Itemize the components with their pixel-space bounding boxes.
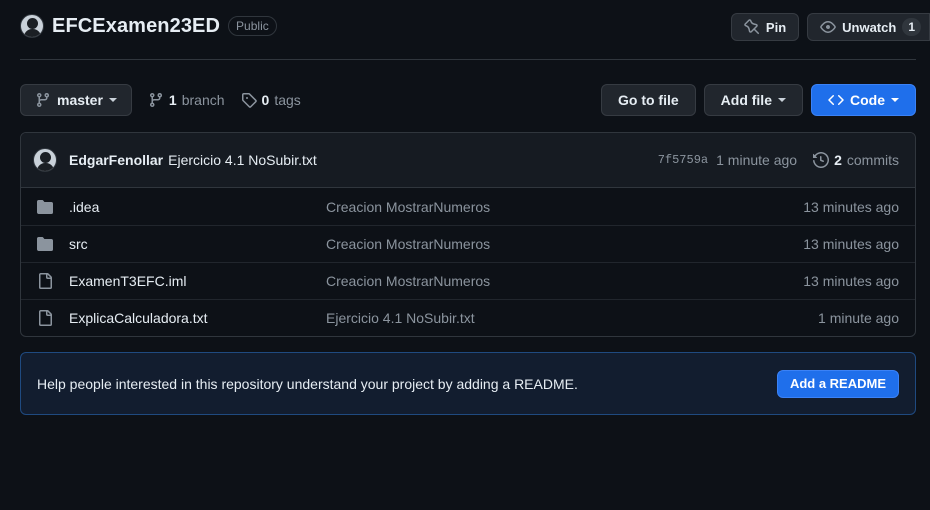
visibility-badge: Public [228, 16, 277, 36]
repo-name-link[interactable]: EFCExamen23ED [52, 15, 220, 38]
latest-commit-row: EdgarFenollar Ejercicio 4.1 NoSubir.txt … [21, 133, 915, 188]
commit-age: 1 minute ago [716, 152, 798, 168]
file-icon [37, 310, 53, 326]
branch-name: master [57, 92, 103, 108]
git-branch-icon [149, 93, 162, 108]
file-icon [37, 273, 53, 289]
file-commit-link[interactable]: Creacion MostrarNumeros [326, 236, 490, 252]
commits-history-link[interactable]: 2 commits [813, 152, 899, 168]
header-divider [20, 59, 916, 60]
author-avatar[interactable] [33, 148, 57, 172]
branch-count: 1 [168, 92, 177, 108]
watch-count: 1 [902, 18, 921, 36]
branch-word: branch [181, 92, 225, 108]
file-row[interactable]: ExplicaCalculadora.txt Ejercicio 4.1 NoSu… [21, 299, 915, 336]
tag-icon [241, 93, 257, 108]
owner-avatar[interactable] [20, 14, 44, 38]
commit-message-link[interactable]: Ejercicio 4.1 NoSubir.txt [168, 152, 317, 168]
pin-label: Pin [765, 19, 787, 35]
file-row[interactable]: src Creacion MostrarNumeros 13 minutes ago [21, 225, 915, 262]
chevron-down-icon [108, 98, 117, 102]
file-age: 13 minutes ago [803, 236, 899, 252]
file-row[interactable]: .idea Creacion MostrarNumeros 13 minutes a… [21, 188, 915, 225]
file-age: 13 minutes ago [803, 273, 899, 289]
tag-word: tags [274, 92, 301, 108]
tag-count: 0 [261, 92, 270, 108]
pin-icon [744, 19, 759, 35]
chevron-down-icon [891, 98, 899, 102]
repo-header: EFCExamen23ED Public [20, 14, 277, 38]
file-name-link[interactable]: ExplicaCalculadora.txt [69, 310, 326, 326]
file-row[interactable]: ExamenT3EFC.iml Creacion MostrarNumeros 13… [21, 262, 915, 299]
go-to-file-button[interactable]: Go to file [600, 84, 696, 116]
file-commit-link[interactable]: Ejercicio 4.1 NoSubir.txt [326, 310, 475, 326]
add-file-button[interactable]: Add file [703, 84, 803, 116]
file-age: 1 minute ago [818, 310, 899, 326]
readme-banner: Help people interested in this repositor… [20, 352, 916, 415]
git-branch-icon [36, 93, 49, 108]
file-name-link[interactable]: src [69, 236, 326, 252]
branches-link[interactable]: 1 branch [148, 92, 225, 108]
file-name-link[interactable]: ExamenT3EFC.iml [69, 273, 326, 289]
code-button[interactable]: Code [811, 84, 916, 116]
branch-select-button[interactable]: master [20, 84, 132, 116]
header-actions: Pin Unwatch 1 [730, 13, 930, 41]
pin-button[interactable]: Pin [730, 13, 800, 41]
code-label: Code [850, 92, 885, 108]
tags-link[interactable]: 0 tags [241, 92, 301, 108]
file-name-link[interactable]: .idea [69, 199, 326, 215]
file-browser: EdgarFenollar Ejercicio 4.1 NoSubir.txt … [20, 132, 916, 337]
file-commit-link[interactable]: Creacion MostrarNumeros [326, 199, 490, 215]
unwatch-label: Unwatch [842, 19, 897, 35]
history-icon [813, 152, 830, 168]
file-commit-link[interactable]: Creacion MostrarNumeros [326, 273, 490, 289]
commit-sha-link[interactable]: 7f5759a [658, 153, 708, 167]
folder-icon [37, 199, 53, 215]
repo-toolbar: master 1 branch 0 tags Go to file Add fi… [20, 84, 916, 116]
code-icon [828, 94, 844, 106]
unwatch-button[interactable]: Unwatch 1 [807, 13, 930, 41]
add-readme-button[interactable]: Add a README [776, 369, 899, 398]
readme-prompt-text: Help people interested in this repositor… [37, 375, 578, 392]
folder-icon [37, 236, 53, 252]
commit-author-link[interactable]: EdgarFenollar [69, 152, 163, 168]
file-age: 13 minutes ago [803, 198, 899, 215]
add-file-label: Add file [720, 92, 772, 108]
eye-icon [820, 21, 836, 33]
chevron-down-icon [778, 98, 786, 102]
commit-count: 2 [834, 152, 842, 168]
commit-word: commits [846, 152, 899, 168]
